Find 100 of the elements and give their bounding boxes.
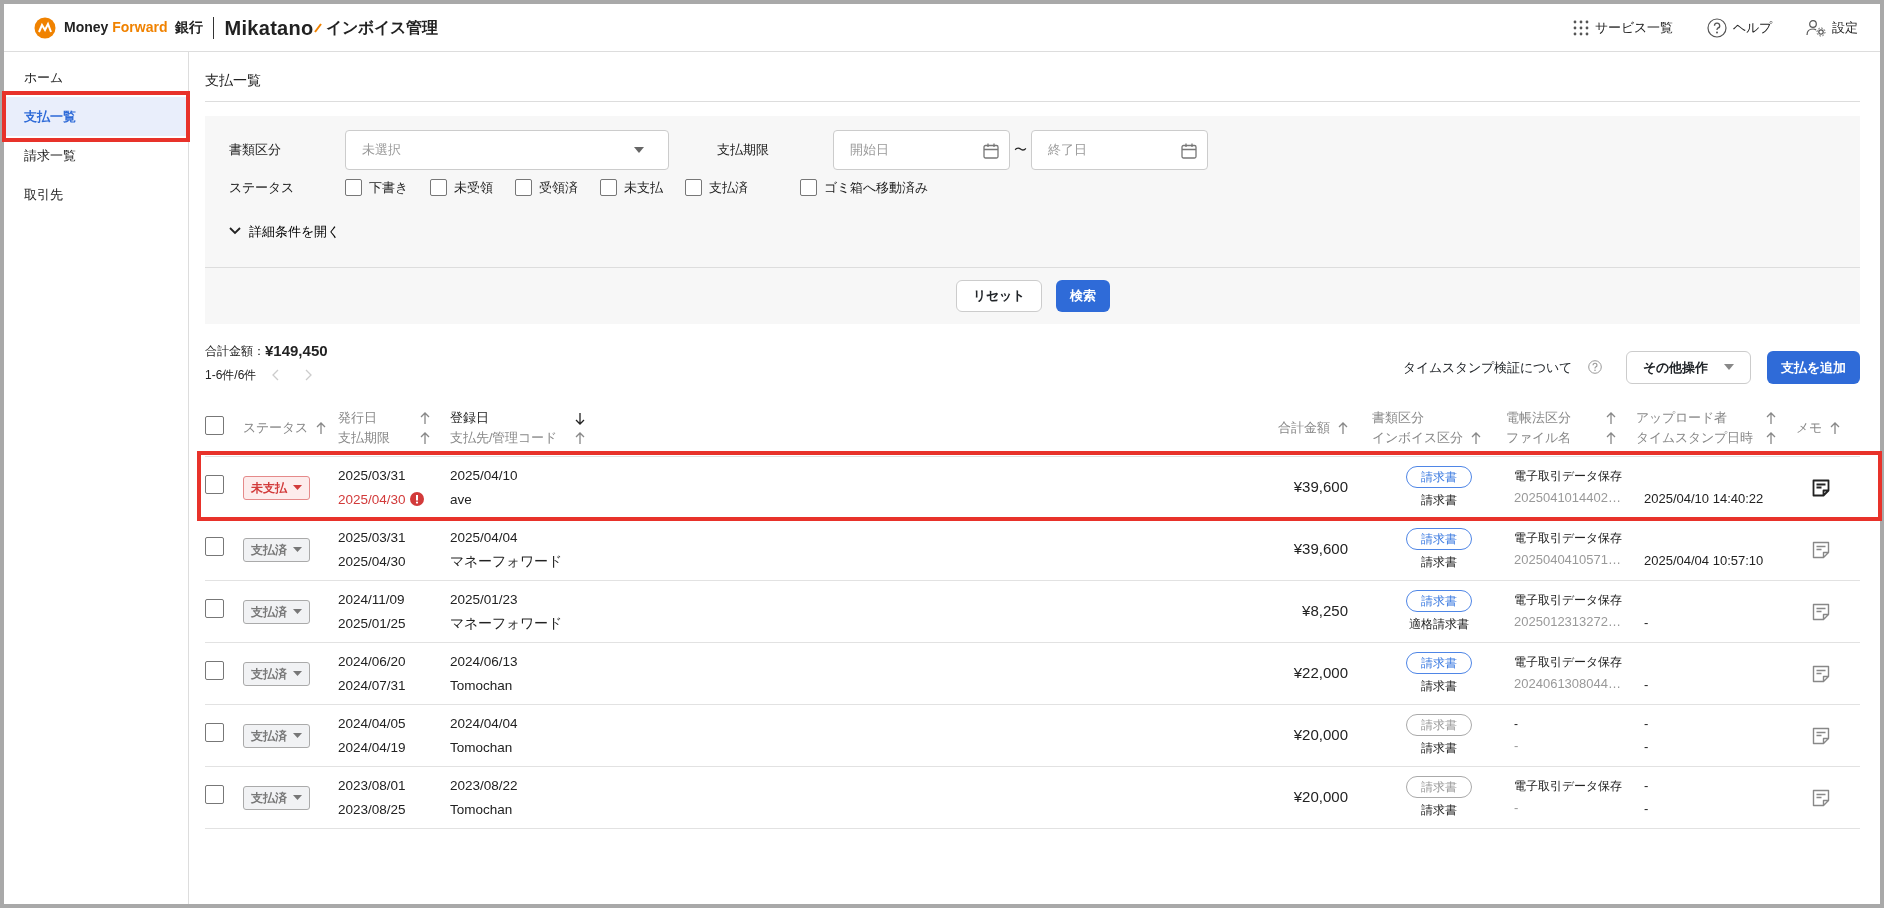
due-date: 2023/08/25 xyxy=(338,800,406,819)
status-checkbox[interactable]: 未受領 xyxy=(430,178,493,198)
header-action[interactable]: ヘルプ xyxy=(1707,17,1772,38)
due-date: 2025/04/30 xyxy=(338,490,406,509)
brand-name: Money Forward xyxy=(64,18,168,37)
row-checkbox[interactable] xyxy=(205,474,224,494)
issue-date: 2024/06/20 xyxy=(338,652,407,671)
column-header[interactable]: 登録日 xyxy=(450,408,489,428)
due-date: 2025/01/25 xyxy=(338,614,406,633)
payee-name: マネーフォワード xyxy=(450,614,563,633)
help-icon[interactable] xyxy=(1588,360,1602,375)
column-header[interactable]: ステータス xyxy=(243,418,308,438)
invoice-type: 請求書 xyxy=(1421,803,1457,817)
status-dropdown[interactable]: 未支払 xyxy=(243,475,310,500)
issue-date: 2025/03/31 xyxy=(338,466,407,485)
more-actions-button[interactable]: その他操作 xyxy=(1626,350,1751,384)
column-header[interactable]: メモ xyxy=(1796,418,1822,438)
timestamp-link[interactable]: タイムスタンプ検証について xyxy=(1403,357,1572,377)
status-checkbox[interactable]: ゴミ箱へ移動済み xyxy=(800,178,928,198)
column-header[interactable]: アップロード者 xyxy=(1636,408,1727,428)
registered-date: 2024/06/13 xyxy=(450,652,519,671)
timestamp: - xyxy=(1644,738,1649,754)
user-settings-icon xyxy=(1806,18,1826,37)
app-grid-icon xyxy=(1573,19,1589,36)
storage-type: 電子取引データ保存 xyxy=(1514,467,1623,485)
column-header[interactable]: 支払期限 xyxy=(338,428,390,448)
search-button[interactable]: 検索 xyxy=(1055,280,1110,312)
sidebar-item[interactable]: 請求一覧 xyxy=(4,136,188,175)
status-checkbox[interactable]: 未支払 xyxy=(600,178,663,198)
date-field[interactable]: 終了日 xyxy=(1031,130,1208,170)
calendar-icon xyxy=(1181,142,1197,159)
filter-label: 支払期限 xyxy=(717,141,770,160)
column-header[interactable]: 発行日 xyxy=(338,408,377,428)
file-name: 2025012313272… xyxy=(1514,613,1621,629)
calendar-icon xyxy=(983,142,999,159)
file-name: - xyxy=(1514,737,1519,753)
amount: ¥39,600 xyxy=(1293,478,1348,496)
column-header[interactable]: 電帳法区分 xyxy=(1506,408,1571,428)
amount: ¥20,000 xyxy=(1293,726,1348,744)
timestamp: 2025/04/10 14:40:22 xyxy=(1644,490,1764,506)
sidebar-item[interactable]: 支払一覧 xyxy=(4,97,188,136)
payee-name: Tomochan xyxy=(450,738,514,757)
status-dropdown[interactable]: 支払済 xyxy=(243,599,310,624)
status-checkbox[interactable]: 受領済 xyxy=(515,178,578,198)
column-header[interactable]: インボイス区分 xyxy=(1372,428,1463,448)
issue-date: 2024/04/05 xyxy=(338,714,407,733)
payee-name: マネーフォワード xyxy=(450,552,563,571)
column-header[interactable]: タイムスタンプ日時 xyxy=(1636,428,1753,448)
storage-type: 電子取引データ保存 xyxy=(1514,591,1623,609)
file-name: 2025040410571… xyxy=(1514,551,1621,567)
file-name: - xyxy=(1514,799,1519,815)
due-date: 2024/07/31 xyxy=(338,676,406,695)
result-count: 1-6件/6件 xyxy=(205,367,257,384)
range-separator: 〜 xyxy=(1014,141,1027,160)
page-title: 支払一覧 xyxy=(205,52,1860,102)
caret-icon xyxy=(1724,364,1734,371)
amount: ¥8,250 xyxy=(1302,602,1348,620)
file-name: 2025041014402… xyxy=(1514,489,1621,505)
registered-date: 2025/04/10 xyxy=(450,466,519,485)
select-field[interactable]: 未選択 xyxy=(345,130,669,170)
details-toggle[interactable]: 詳細条件を開く xyxy=(229,221,340,241)
row-checkbox[interactable] xyxy=(205,660,224,680)
status-dropdown[interactable]: 支払済 xyxy=(243,661,310,686)
column-header[interactable]: ファイル名 xyxy=(1506,428,1571,448)
help-icon xyxy=(1707,17,1727,38)
column-header[interactable]: 書類区分 xyxy=(1372,408,1424,428)
sidebar-item[interactable]: 取引先 xyxy=(4,175,188,214)
row-checkbox[interactable] xyxy=(205,784,224,804)
status-dropdown[interactable]: 支払済 xyxy=(243,537,310,562)
date-field[interactable]: 開始日 xyxy=(833,130,1010,170)
status-dropdown[interactable]: 支払済 xyxy=(243,723,310,748)
uploader: - xyxy=(1644,715,1649,731)
invoice-type: 請求書 xyxy=(1421,741,1457,755)
header-action[interactable]: 設定 xyxy=(1806,17,1858,38)
header-action[interactable]: サービス一覧 xyxy=(1573,17,1673,38)
timestamp: - xyxy=(1644,676,1649,692)
brand-bank: 銀行 xyxy=(175,18,204,37)
amount: ¥39,600 xyxy=(1293,540,1348,558)
product-suffix: インボイス管理 xyxy=(325,17,438,38)
tick-icon xyxy=(313,22,322,33)
row-checkbox[interactable] xyxy=(205,722,224,742)
status-checkbox[interactable]: 下書き xyxy=(345,178,408,198)
invoice-type: 請求書 xyxy=(1421,493,1457,507)
sort-arrow-icon[interactable] xyxy=(575,411,585,425)
row-checkbox[interactable] xyxy=(205,598,224,618)
select-all-checkbox[interactable] xyxy=(205,415,224,435)
caret-icon xyxy=(293,485,302,490)
sidebar-item[interactable]: ホーム xyxy=(4,58,188,97)
status-dropdown[interactable]: 支払済 xyxy=(243,785,310,810)
file-name: 2024061308044… xyxy=(1514,675,1621,691)
timestamp: 2025/04/04 10:57:10 xyxy=(1644,552,1764,568)
memo-icon[interactable] xyxy=(1812,478,1830,497)
row-checkbox[interactable] xyxy=(205,536,224,556)
column-header[interactable]: 合計金額 xyxy=(1278,418,1330,438)
column-header[interactable]: 支払先/管理コード xyxy=(450,428,558,448)
invoice-type: 適格請求書 xyxy=(1409,617,1469,631)
reset-button[interactable]: リセット xyxy=(955,280,1042,312)
amount: ¥20,000 xyxy=(1293,788,1348,806)
add-payment-button[interactable]: 支払を追加 xyxy=(1767,350,1860,384)
status-checkbox[interactable]: 支払済 xyxy=(685,178,748,198)
